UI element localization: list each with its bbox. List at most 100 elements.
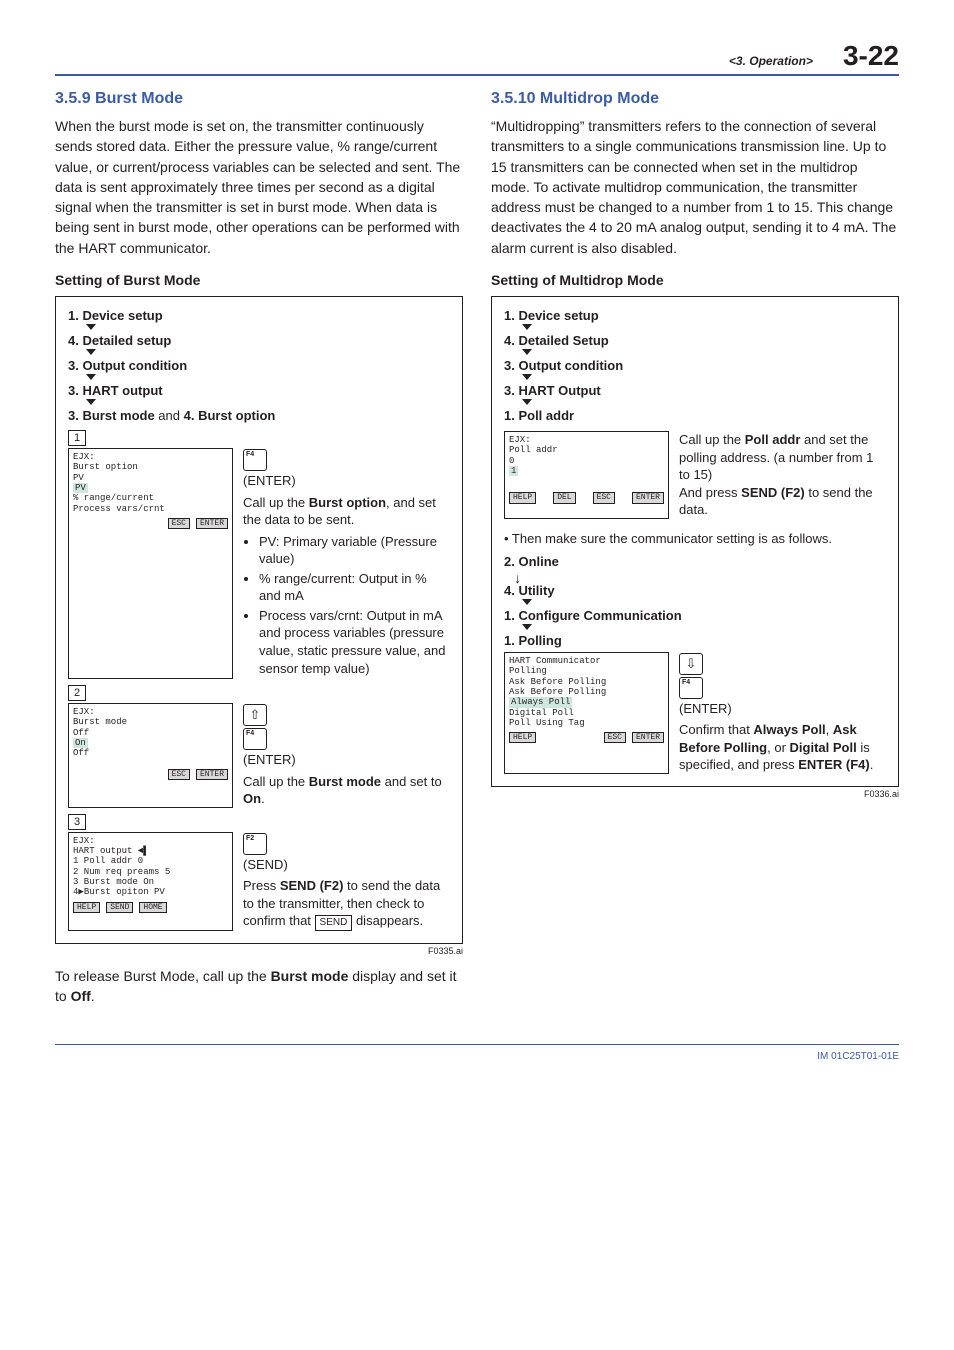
screen-line: Poll Using Tag	[509, 718, 664, 728]
screen-line: Process vars/crnt	[73, 504, 228, 514]
enter-label: (ENTER)	[679, 700, 886, 718]
desc-text: and set to	[381, 774, 442, 789]
nav-step: 4. Utility	[504, 583, 886, 598]
header-rule	[55, 74, 899, 76]
screen-highlight: PV	[73, 483, 88, 493]
nav-step: 1. Poll addr	[504, 408, 886, 423]
nav-step-text: 4. Burst option	[184, 408, 276, 423]
chevron-down-icon	[522, 374, 534, 382]
screen-button: DEL	[553, 492, 575, 503]
screen-button: ENTER	[632, 492, 664, 503]
hart-screen: EJX: Burst option PV PV % range/current …	[68, 448, 233, 679]
screen-line: PV	[73, 473, 228, 483]
chevron-down-icon	[522, 624, 534, 632]
nav-step: 1. Device setup	[68, 308, 450, 323]
hart-screen: EJX: Poll addr 0 1 HELP DEL ESC ENTER	[504, 431, 669, 519]
desc-text: ,	[826, 722, 833, 737]
footer-doc-id: IM 01C25T01-01E	[55, 1051, 899, 1062]
nav-step: 1. Device setup	[504, 308, 886, 323]
screen-line: EJX:	[73, 452, 228, 462]
nav-step: 3. HART Output	[504, 383, 886, 398]
screen-button: HELP	[73, 902, 100, 913]
left-setting-title: Setting of Burst Mode	[55, 272, 463, 288]
desc-text: And press	[679, 485, 741, 500]
chevron-down-icon	[522, 324, 534, 332]
left-body: When the burst mode is set on, the trans…	[55, 116, 463, 258]
nav-step: 3. Output condition	[504, 358, 886, 373]
desc-text: Press	[243, 878, 280, 893]
header-section: <3. Operation>	[729, 54, 813, 68]
step-number-box: 1	[68, 430, 86, 446]
screen-highlight: Always Poll	[509, 697, 572, 707]
chevron-down-icon	[522, 349, 534, 357]
nav-step: 3. HART output	[68, 383, 450, 398]
hart-screen: EJX: Burst mode Off On Off ESC ENTER	[68, 703, 233, 808]
f4-key-icon: F4	[243, 728, 267, 750]
desc-text: SEND (F2)	[741, 485, 805, 500]
f4-key-icon: F4	[679, 677, 703, 699]
screen-line: Ask Before Polling	[509, 677, 664, 687]
screen-line: Off	[73, 748, 228, 758]
header-page-number: 3-22	[843, 40, 899, 72]
screen-button: ENTER	[196, 769, 228, 780]
screen-line: Digital Poll	[509, 708, 664, 718]
screen-line: 2 Num req preams 5	[73, 867, 228, 877]
desc-text: Poll addr	[745, 432, 801, 447]
footer-rule	[55, 1044, 899, 1045]
desc-text: disappears.	[356, 913, 423, 928]
screen-button: HELP	[509, 492, 536, 503]
list-item: % range/current: Output in % and mA	[259, 570, 450, 605]
figure-caption: F0335.ai	[55, 946, 463, 956]
screen-line: Poll addr	[509, 445, 664, 455]
screen-line: Polling	[509, 666, 664, 676]
list-item: Process vars/crnt: Output in mA and proc…	[259, 607, 450, 677]
desc-text: Call up the	[243, 774, 309, 789]
desc-text: SEND (F2)	[280, 878, 344, 893]
screen-line: 0	[509, 456, 664, 466]
desc-text: Digital Poll	[790, 740, 857, 755]
chevron-down-icon	[522, 399, 534, 407]
f4-key-icon: F4	[243, 449, 267, 471]
right-setting-title: Setting of Multidrop Mode	[491, 272, 899, 288]
screen-line: % range/current	[73, 493, 228, 503]
desc-text: .	[261, 791, 265, 806]
left-diagram-panel: 1. Device setup 4. Detailed setup 3. Out…	[55, 296, 463, 944]
hart-screen: HART Communicator Polling Ask Before Pol…	[504, 652, 669, 774]
chevron-down-icon	[86, 374, 98, 382]
list-item: PV: Primary variable (Pressure value)	[259, 533, 450, 568]
text: Burst mode	[271, 968, 349, 984]
enter-label: (ENTER)	[243, 472, 450, 490]
right-diagram-panel: 1. Device setup 4. Detailed Setup 3. Out…	[491, 296, 899, 787]
screen-button: ENTER	[196, 518, 228, 529]
step-description: F2 (SEND) Press SEND (F2) to send the da…	[243, 832, 450, 931]
arrow-up-key-icon	[243, 704, 267, 726]
screen-button: ENTER	[632, 732, 664, 743]
arrow-down-icon	[514, 570, 526, 582]
screen-button: ESC	[168, 769, 190, 780]
screen-highlight: On	[73, 738, 88, 748]
chevron-down-icon	[86, 349, 98, 357]
screen-button: HOME	[139, 902, 166, 913]
desc-text: Burst mode	[309, 774, 381, 789]
step-description: F4 (ENTER) Call up the Burst mode and se…	[243, 703, 450, 808]
screen-line: Burst mode	[73, 717, 228, 727]
chevron-down-icon	[86, 399, 98, 407]
chevron-down-icon	[522, 599, 534, 607]
arrow-down-key-icon	[679, 653, 703, 675]
nav-step: 1. Polling	[504, 633, 886, 648]
screen-line: Off	[73, 728, 228, 738]
screen-button: ESC	[168, 518, 190, 529]
desc-text: Call up the	[243, 495, 309, 510]
desc-text: Call up the	[679, 432, 745, 447]
text: .	[91, 988, 95, 1004]
figure-caption: F0336.ai	[491, 789, 899, 799]
nav-step: 4. Detailed setup	[68, 333, 450, 348]
screen-button: SEND	[106, 902, 133, 913]
screen-line: EJX:	[73, 836, 228, 846]
note: • Then make sure the communicator settin…	[504, 531, 886, 546]
left-heading: 3.5.9 Burst Mode	[55, 90, 463, 108]
desc-text: , or	[767, 740, 789, 755]
right-body: “Multidropping” transmitters refers to t…	[491, 116, 899, 258]
screen-button: ESC	[593, 492, 615, 503]
nav-step: 2. Online	[504, 554, 886, 569]
